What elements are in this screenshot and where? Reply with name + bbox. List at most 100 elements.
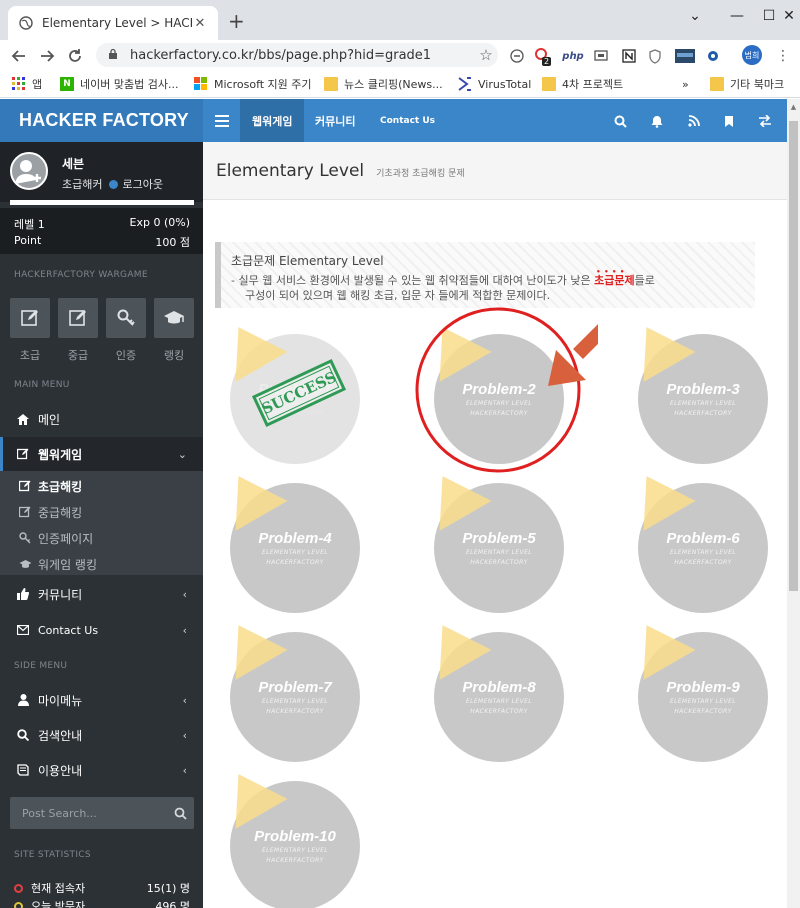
- new-tab-button[interactable]: +: [228, 11, 245, 31]
- problem-card[interactable]: Problem-8 ELEMENTARY LEVEL HACKERFACTORY: [416, 610, 564, 762]
- quick-label: 중급: [67, 349, 89, 362]
- nav-community[interactable]: 커뮤니티: [303, 99, 367, 142]
- rss-icon[interactable]: [684, 111, 704, 131]
- page-subtitle: 기초과정 초급해킹 문제: [376, 169, 465, 179]
- avatar[interactable]: [10, 152, 48, 190]
- block-extension-icon[interactable]: [508, 47, 526, 65]
- quick-elementary-button[interactable]: [10, 298, 50, 338]
- problem-brand: HACKERFACTORY: [266, 708, 324, 715]
- problem-card[interactable]: Problem-5 ELEMENTARY LEVEL HACKERFACTORY: [416, 461, 564, 613]
- submenu-item-elementary[interactable]: 초급해킹: [18, 475, 82, 497]
- profile-avatar[interactable]: 범희: [742, 45, 762, 65]
- bookmarks-overflow-button[interactable]: »: [682, 75, 689, 93]
- notice-title: 초급문제 Elementary Level: [231, 254, 384, 268]
- search-icon[interactable]: [167, 807, 194, 820]
- chevron-left-icon: ‹: [182, 693, 187, 707]
- bookmark-virustotal[interactable]: VirusTotal: [458, 75, 531, 93]
- browser-tab[interactable]: Elementary Level > HACKER FACTO ✕: [8, 6, 218, 40]
- section-heading-stats: SITE STATISTICS: [14, 850, 91, 860]
- quick-ranking-button[interactable]: [154, 298, 194, 338]
- sidebar-item-webgame[interactable]: 웹워게임 ⌄: [0, 437, 203, 471]
- notion-icon[interactable]: [620, 47, 638, 65]
- sidebar-item-label: 커뮤니티: [38, 587, 83, 602]
- logout-link[interactable]: 로그아웃: [122, 176, 162, 192]
- sidebar-item-main[interactable]: 메인: [0, 402, 203, 436]
- home-icon: [16, 413, 30, 425]
- bookmark-4th-project[interactable]: 4차 프로젝트: [542, 75, 623, 93]
- tab-title: Elementary Level > HACKER FACTO: [42, 16, 192, 30]
- sidebar-item-label: 이용안내: [38, 763, 83, 778]
- screen-extension-icon[interactable]: [592, 47, 610, 65]
- logo-link[interactable]: HACKER FACTORY: [0, 99, 203, 142]
- submenu-item-ranking[interactable]: 워게임 랭킹: [18, 553, 97, 575]
- sidebar-item-label: 메인: [38, 412, 61, 427]
- exchange-icon[interactable]: [755, 111, 775, 131]
- page-scrollbar[interactable]: ▲: [787, 99, 800, 908]
- notice-text: - 실무 웹 서비스 환경에서 발생될 수 있는 웹 취약점들에 대하여 난이도…: [231, 274, 595, 287]
- submenu-item-label: 중급해킹: [38, 505, 83, 520]
- hamburger-menu-icon[interactable]: [206, 99, 238, 142]
- key-icon: [117, 309, 135, 326]
- extension-badge-icon[interactable]: 2: [534, 47, 552, 66]
- sidebar-item-usage-guide[interactable]: 이용안내 ‹: [0, 753, 203, 787]
- webgame-submenu: 초급해킹 중급해킹 인증페이지 워게임 랭킹: [0, 471, 203, 575]
- php-extension-icon[interactable]: php: [562, 47, 584, 65]
- problem-card[interactable]: Problem-6 ELEMENTARY LEVEL HACKERFACTORY: [620, 461, 768, 613]
- problem-card[interactable]: Problem-7 ELEMENTARY LEVEL HACKERFACTORY: [212, 610, 360, 762]
- reload-button[interactable]: [64, 45, 86, 67]
- problem-card[interactable]: Problem-10 ELEMENTARY LEVEL HACKERFACTORY: [212, 759, 360, 908]
- chevron-down-icon[interactable]: ⌄: [680, 6, 710, 26]
- submenu-item-intermediate[interactable]: 중급해킹: [18, 501, 82, 523]
- close-window-icon[interactable]: ✕: [774, 6, 800, 26]
- problem-brand: HACKERFACTORY: [266, 559, 324, 566]
- bookmarks-bar: 앱 N 네이버 맞춤법 검사... Microsoft 지원 주기 뉴스 클리핑…: [0, 70, 800, 98]
- stat-label: 현재 접속자: [31, 882, 86, 895]
- submenu-item-auth[interactable]: 인증페이지: [18, 527, 93, 549]
- bookmark-icon[interactable]: [719, 111, 739, 131]
- folder-icon: [542, 77, 556, 91]
- bookmark-microsoft[interactable]: Microsoft 지원 주기: [194, 75, 312, 93]
- bookmark-naver-spell[interactable]: N 네이버 맞춤법 검사...: [60, 75, 178, 93]
- level-label: 레벨 1: [14, 218, 45, 231]
- lock-icon: [108, 48, 120, 63]
- bookmark-star-icon[interactable]: ☆: [474, 46, 498, 64]
- sidebar-item-my-menu[interactable]: 마이메뉴 ‹: [0, 683, 203, 717]
- site-header: HACKER FACTORY 웹워게임 커뮤니티 Contact Us: [0, 99, 800, 142]
- bookmark-news-clipping[interactable]: 뉴스 클리핑(News...: [324, 75, 443, 93]
- quick-auth-button[interactable]: [106, 298, 146, 338]
- shield-extension-icon[interactable]: [646, 47, 664, 65]
- scroll-up-icon[interactable]: ▲: [787, 103, 800, 111]
- nav-contact[interactable]: Contact Us: [368, 99, 447, 142]
- problem-card[interactable]: Problem-4 ELEMENTARY LEVEL HACKERFACTORY: [212, 461, 360, 613]
- forward-button[interactable]: [36, 45, 58, 67]
- menu-kebab-icon[interactable]: ⋮: [774, 47, 792, 65]
- bookmark-label: Microsoft 지원 주기: [214, 78, 312, 91]
- section-heading-main: MAIN MENU: [14, 380, 70, 390]
- bell-icon[interactable]: [647, 111, 667, 131]
- address-bar[interactable]: hackerfactory.co.kr/bbs/page.php?hid=gra…: [96, 43, 498, 67]
- problem-card[interactable]: Problem-3 ELEMENTARY LEVEL HACKERFACTORY: [620, 312, 768, 464]
- post-search-input[interactable]: [22, 806, 167, 820]
- back-button[interactable]: [8, 45, 30, 67]
- quick-label: 랭킹: [163, 349, 185, 362]
- bookmark-apps[interactable]: 앱: [12, 75, 42, 93]
- gear-extension-icon[interactable]: [704, 47, 722, 65]
- problem-card[interactable]: Problem-1 ELEMENTARY LEVEL HACKERFACTORY SU…: [212, 312, 360, 464]
- bookmark-other[interactable]: 기타 북마크: [710, 75, 784, 93]
- quick-intermediate-button[interactable]: [58, 298, 98, 338]
- site-logo: HACKER FACTORY: [19, 110, 189, 130]
- minimize-icon[interactable]: —: [722, 6, 752, 26]
- globe-icon: [18, 15, 34, 31]
- sidebar-item-search-guide[interactable]: 검색안내 ‹: [0, 718, 203, 752]
- search-icon[interactable]: [610, 111, 630, 131]
- sidebar: 세븐 초급해커 로그아웃 레벨 1 Exp 0 (0%) Point 100 점…: [0, 142, 203, 908]
- scrollbar-thumb[interactable]: [789, 121, 798, 591]
- nav-webgame[interactable]: 웹워게임: [240, 99, 305, 142]
- sidebar-item-community[interactable]: 커뮤니티 ‹: [0, 577, 203, 611]
- problem-card[interactable]: Problem-9 ELEMENTARY LEVEL HACKERFACTORY: [620, 610, 768, 762]
- section-heading-wargame: HACKERFACTORY WARGAME: [14, 270, 148, 280]
- sidebar-item-contact[interactable]: Contact Us ‹: [0, 613, 203, 647]
- tab-close-icon[interactable]: ✕: [192, 16, 208, 31]
- dark-extension-icon[interactable]: [674, 47, 696, 65]
- search-icon: [16, 729, 30, 741]
